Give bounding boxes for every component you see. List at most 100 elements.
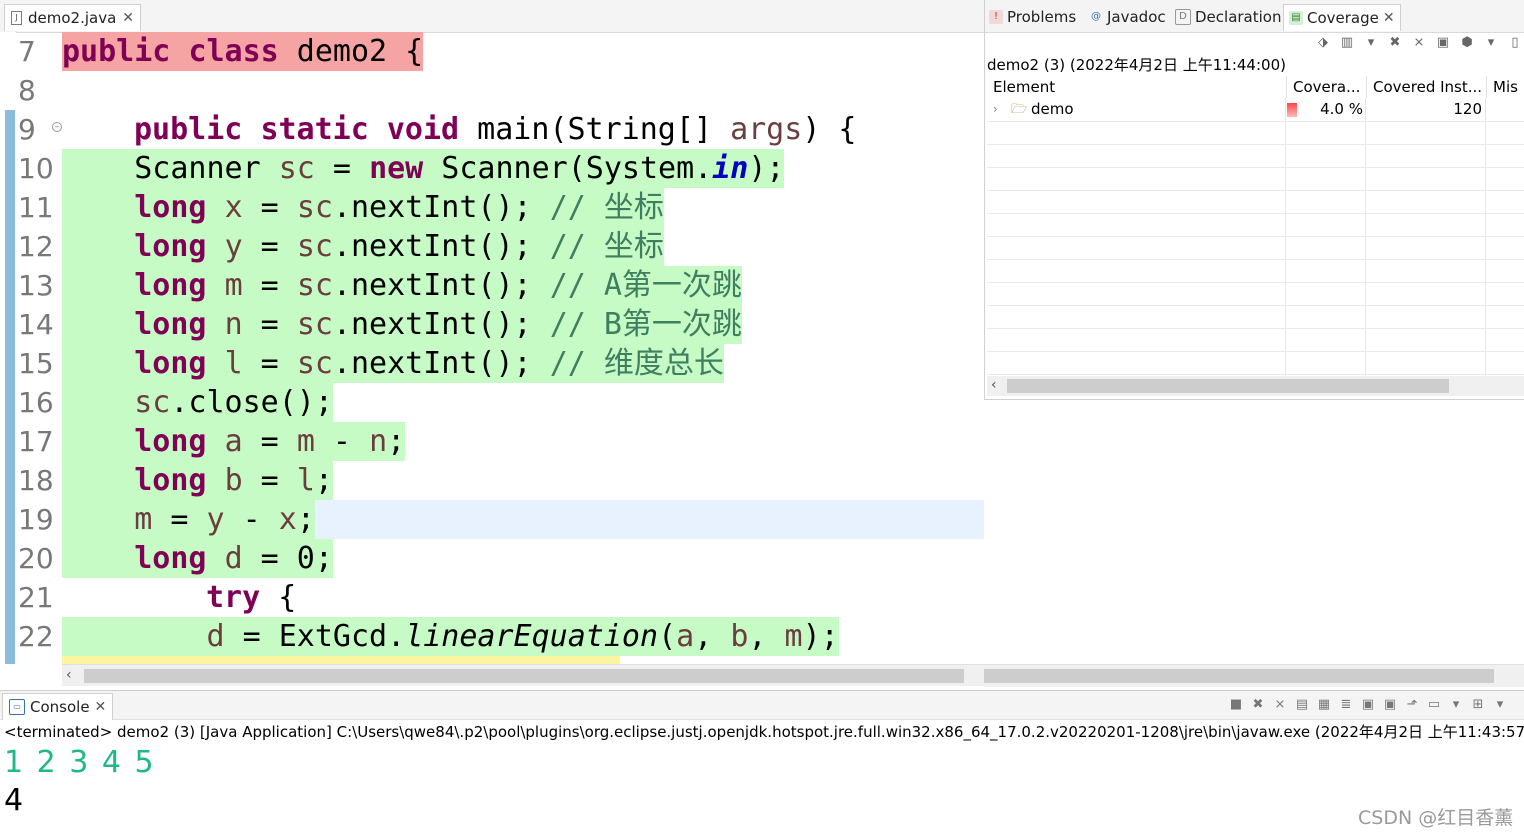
line-number: 12 [18,230,54,263]
table-row [987,259,1524,283]
code-editor[interactable]: J demo2.java ✕ 7 8 9 10 11 12 13 14 15 1… [0,0,984,686]
line-number: 16 [18,386,54,419]
coverage-table[interactable]: Element Covera... Covered Inst... Mis › … [987,76,1524,376]
code-line: long l = sc.nextInt(); // 维度总长 [62,344,724,383]
relaunch-icon[interactable]: ⬗ [1315,35,1331,51]
line-number: 21 [18,581,54,614]
remove-session-icon[interactable]: ✖ [1387,35,1403,51]
view-tab-bar: ! Problems @ Javadoc D Declaration ▤ Cov… [985,0,1524,33]
problems-icon: ! [989,10,1003,24]
coverage-session-label: demo2 (3) (2022年4月2日 上午11:44:00) [987,56,1286,74]
scroll-thumb[interactable] [1007,379,1449,393]
sessions-icon[interactable]: ⬢ [1459,35,1475,51]
view-menu-icon[interactable]: ▯ [1507,35,1523,51]
clear-console-icon[interactable]: ▤ [1294,697,1310,713]
declaration-icon: D [1175,9,1191,25]
table-row [987,190,1524,214]
open-console-icon[interactable]: ⊞ [1470,697,1486,713]
console-view: ▭ Console ✕ ■ ✖ ⨯ ▤ ▦ ≣ ▣ ▣ ⬏ ▭ ▾ ⊞ ▾ <t… [0,690,1524,835]
tab-label: Console [30,698,90,716]
table-row [987,213,1524,237]
tab-label: Declaration [1195,8,1282,26]
console-toolbar: ■ ✖ ⨯ ▤ ▦ ≣ ▣ ▣ ⬏ ▭ ▾ ⊞ ▾ [1228,695,1524,715]
code-line: long x = sc.nextInt(); // 坐标 [62,188,664,227]
editor-tab-bar: J demo2.java ✕ [0,0,984,33]
editor-horizontal-scrollbar[interactable]: ‹ [62,664,984,686]
table-row [987,167,1524,191]
line-number: 17 [18,425,54,458]
column-header-missed[interactable]: Mis [1487,76,1524,98]
tab-label: Javadoc [1107,8,1166,26]
merge-icon[interactable]: ▣ [1435,35,1451,51]
column-header-coverage[interactable]: Covera... [1287,76,1367,98]
display-console-icon[interactable]: ▭ [1426,697,1442,713]
tab-label: Coverage [1307,9,1379,27]
editor-tab-label: demo2.java [28,9,117,27]
chevron-down-icon[interactable]: ▾ [1483,35,1499,51]
column-header-element[interactable]: Element [987,76,1287,98]
column-header-covered-instructions[interactable]: Covered Inst... [1367,76,1487,98]
scroll-thumb[interactable] [984,669,1494,683]
fold-collapse-icon[interactable]: − [52,122,62,132]
coverage-toolbar: ⬗ ▥ ▾ ✖ ⨯ ▣ ⬢ ▾ ▯ [1315,32,1524,54]
coverage-horizontal-scrollbar[interactable]: ‹ [987,376,1524,396]
code-line: public class demo2 { [62,32,424,71]
code-line: try { [206,580,297,615]
tab-problems[interactable]: ! Problems [989,4,1076,30]
remove-all-icon[interactable]: ⨯ [1411,35,1427,51]
code-line: long a = m - n; [62,422,406,461]
chevron-down-icon[interactable]: ▾ [1492,697,1508,713]
code-line: long m = sc.nextInt(); // A第一次跳 [62,266,742,305]
close-icon[interactable]: ✕ [122,5,134,31]
tab-javadoc[interactable]: @ Javadoc [1089,4,1166,30]
tab-console[interactable]: ▭ Console ✕ [2,693,114,720]
code-area[interactable]: public class demo2 { public static void … [62,32,984,664]
remove-launch-icon[interactable]: ✖ [1250,697,1266,713]
table-row[interactable]: › 🗁 demo 4.0 % 120 [987,98,1524,122]
scroll-lock-icon[interactable]: ▦ [1316,697,1332,713]
line-number: 20 [18,542,54,575]
code-line: long n = sc.nextInt(); // B第一次跳 [62,305,742,344]
show-stderr-icon[interactable]: ▣ [1382,697,1398,713]
scroll-left-icon[interactable]: ‹ [991,377,997,393]
code-line: Scanner sc = new Scanner(System.in); [62,149,785,188]
code-line: sc.close(); [62,383,333,422]
coverage-icon: ▤ [1289,11,1303,25]
code-line: public static void main(String[] args) { [134,112,857,147]
close-icon[interactable]: ✕ [95,694,107,720]
line-number: 22 [18,620,54,653]
coverage-view: ! Problems @ Javadoc D Declaration ▤ Cov… [984,0,1524,400]
tab-declaration[interactable]: D Declaration [1175,4,1281,30]
coverage-marker-bar [5,110,15,664]
terminate-icon[interactable]: ■ [1228,697,1244,713]
table-row [987,282,1524,306]
table-row [987,305,1524,329]
editor-horizontal-scrollbar-track[interactable] [984,664,1524,687]
show-stdout-icon[interactable]: ▣ [1360,697,1376,713]
table-row [987,236,1524,260]
dump-icon[interactable]: ▥ [1339,35,1355,51]
editor-tab-demo2[interactable]: J demo2.java ✕ [4,4,142,31]
watermark: CSDN @红目香薰 [1358,807,1514,829]
line-number: 8 [18,74,36,107]
tab-coverage[interactable]: ▤ Coverage ✕ [1283,4,1401,31]
console-input-text: 1 2 3 4 5 [4,745,156,780]
line-number-gutter: 7 8 9 10 11 12 13 14 15 16 17 18 19 20 2… [16,32,62,664]
pin-console-icon[interactable]: ⬏ [1404,697,1420,713]
at-sign-icon: @ [1091,11,1101,22]
remove-all-terminated-icon[interactable]: ⨯ [1272,697,1288,713]
chevron-down-icon[interactable]: ▾ [1363,35,1379,51]
chevron-down-icon[interactable]: ▾ [1448,697,1464,713]
table-row [987,351,1524,375]
code-line: m = y - x; [62,500,315,539]
word-wrap-icon[interactable]: ≣ [1338,697,1354,713]
tab-label: Problems [1007,8,1077,26]
console-status-line: <terminated> demo2 (3) [Java Application… [4,723,1524,741]
scroll-left-icon[interactable]: ‹ [66,667,72,683]
scroll-thumb[interactable] [84,669,964,683]
partial-coverage-line [62,656,620,664]
coverage-bar [1287,103,1297,117]
expand-chevron-icon[interactable]: › [993,98,998,121]
console-output-text: 4 [4,783,24,818]
close-icon[interactable]: ✕ [1383,5,1395,31]
